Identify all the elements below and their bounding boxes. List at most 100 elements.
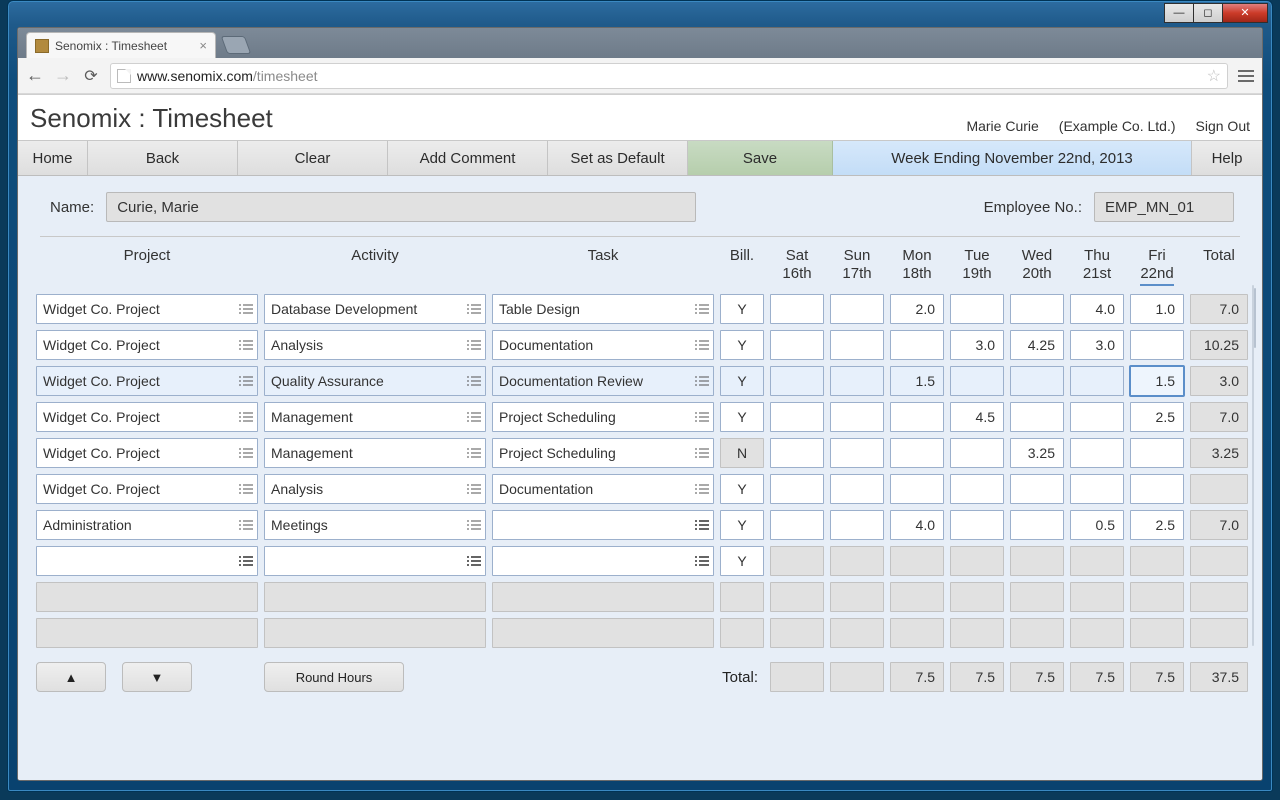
employee-no-field[interactable]: EMP_MN_01 [1094,192,1234,222]
hours-cell[interactable] [770,294,824,324]
help-button[interactable]: Help [1192,141,1262,175]
activity-cell[interactable]: Quality Assurance [264,366,486,396]
task-cell[interactable] [492,510,714,540]
billable-cell[interactable]: Y [720,546,764,576]
browser-tab[interactable]: Senomix : Timesheet × [26,32,216,58]
hours-cell[interactable]: 4.5 [950,402,1004,432]
task-cell[interactable]: Project Scheduling [492,402,714,432]
sign-out-link[interactable]: Sign Out [1196,118,1250,134]
set-default-button[interactable]: Set as Default [548,141,688,175]
list-picker-icon[interactable] [239,374,253,388]
list-picker-icon[interactable] [695,518,709,532]
hours-cell[interactable]: 4.0 [890,510,944,540]
list-picker-icon[interactable] [695,374,709,388]
new-tab-button[interactable] [221,36,252,54]
address-bar[interactable]: www.senomix.com/timesheet ☆ [110,63,1228,89]
billable-cell[interactable]: N [720,438,764,468]
window-maximize-button[interactable]: ◻ [1193,3,1223,23]
list-picker-icon[interactable] [239,554,253,568]
week-ending-label[interactable]: Week Ending November 22nd, 2013 [833,141,1192,175]
hours-cell[interactable] [950,438,1004,468]
hours-cell[interactable] [890,438,944,468]
hours-cell[interactable] [890,330,944,360]
list-picker-icon[interactable] [467,374,481,388]
activity-cell[interactable]: Meetings [264,510,486,540]
list-picker-icon[interactable] [467,338,481,352]
hours-cell[interactable] [950,294,1004,324]
hours-cell[interactable]: 1.5 [1130,366,1184,396]
list-picker-icon[interactable] [695,410,709,424]
activity-cell[interactable]: Database Development [264,294,486,324]
list-picker-icon[interactable] [467,446,481,460]
hours-cell[interactable]: 4.25 [1010,330,1064,360]
hours-cell[interactable] [950,474,1004,504]
hours-cell[interactable] [1010,294,1064,324]
employee-name-field[interactable]: Curie, Marie [106,192,696,222]
hours-cell[interactable] [830,474,884,504]
grid-scrollbar[interactable] [1252,285,1254,646]
hours-cell[interactable] [770,366,824,396]
list-picker-icon[interactable] [695,554,709,568]
task-cell[interactable]: Documentation [492,330,714,360]
hours-cell[interactable] [1070,366,1124,396]
hours-cell[interactable] [1010,510,1064,540]
list-picker-icon[interactable] [467,518,481,532]
scrollbar-thumb[interactable] [1254,288,1256,348]
home-button[interactable]: Home [18,141,88,175]
project-cell[interactable]: Widget Co. Project [36,474,258,504]
activity-cell[interactable]: Management [264,438,486,468]
bookmark-star-icon[interactable]: ☆ [1207,66,1221,86]
hours-cell[interactable] [830,438,884,468]
hours-cell[interactable] [1130,474,1184,504]
hours-cell[interactable] [770,474,824,504]
hours-cell[interactable]: 2.5 [1130,402,1184,432]
hours-cell[interactable]: 3.0 [1070,330,1124,360]
hours-cell[interactable]: 2.0 [890,294,944,324]
reload-icon[interactable]: ⟳ [82,66,100,86]
hours-cell[interactable] [770,510,824,540]
billable-cell[interactable]: Y [720,510,764,540]
list-picker-icon[interactable] [695,482,709,496]
task-cell[interactable]: Project Scheduling [492,438,714,468]
hours-cell[interactable] [1070,438,1124,468]
list-picker-icon[interactable] [467,482,481,496]
hours-cell[interactable] [830,294,884,324]
billable-cell[interactable]: Y [720,330,764,360]
billable-cell[interactable]: Y [720,474,764,504]
hours-cell[interactable]: 1.5 [890,366,944,396]
list-picker-icon[interactable] [239,518,253,532]
project-cell[interactable]: Administration [36,510,258,540]
project-cell[interactable]: Widget Co. Project [36,330,258,360]
hours-cell[interactable]: 3.25 [1010,438,1064,468]
hours-cell[interactable] [950,366,1004,396]
list-picker-icon[interactable] [239,410,253,424]
list-picker-icon[interactable] [467,302,481,316]
list-picker-icon[interactable] [239,338,253,352]
add-comment-button[interactable]: Add Comment [388,141,548,175]
hours-cell[interactable] [830,366,884,396]
chrome-menu-icon[interactable] [1238,70,1254,82]
hours-cell[interactable] [830,510,884,540]
billable-cell[interactable]: Y [720,402,764,432]
list-picker-icon[interactable] [467,410,481,424]
clear-button[interactable]: Clear [238,141,388,175]
hours-cell[interactable]: 4.0 [1070,294,1124,324]
activity-cell[interactable]: Management [264,402,486,432]
activity-cell[interactable] [264,546,486,576]
save-button[interactable]: Save [688,141,833,175]
round-hours-button[interactable]: Round Hours [264,662,404,692]
list-picker-icon[interactable] [467,554,481,568]
task-cell[interactable] [492,546,714,576]
window-minimize-button[interactable]: ― [1164,3,1194,23]
hours-cell[interactable] [1010,366,1064,396]
billable-cell[interactable]: Y [720,366,764,396]
billable-cell[interactable]: Y [720,294,764,324]
move-down-button[interactable]: ▼ [122,662,192,692]
hours-cell[interactable] [1010,402,1064,432]
list-picker-icon[interactable] [695,338,709,352]
project-cell[interactable]: Widget Co. Project [36,366,258,396]
list-picker-icon[interactable] [239,482,253,496]
list-picker-icon[interactable] [695,446,709,460]
hours-cell[interactable] [1070,474,1124,504]
hours-cell[interactable] [1010,474,1064,504]
